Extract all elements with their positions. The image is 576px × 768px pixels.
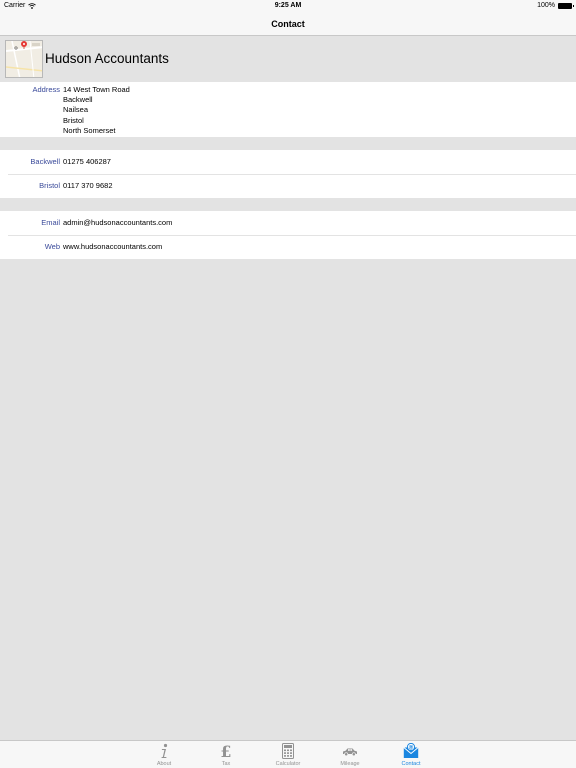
tab-calculator[interactable]: Calculator xyxy=(258,741,318,768)
tab-label: Mileage xyxy=(340,761,360,767)
page-title: Contact xyxy=(271,19,305,29)
address-section[interactable]: Address 14 West Town Road Backwell Nails… xyxy=(0,82,576,137)
map-pin-icon xyxy=(6,41,42,77)
tab-label: About xyxy=(156,761,172,767)
online-section: Email admin@hudsonaccountants.com Web ww… xyxy=(0,211,576,259)
car-icon xyxy=(343,748,357,757)
battery-percent: 100% xyxy=(537,2,555,9)
phones-section: Backwell 01275 406287 Bristol 0117 370 9… xyxy=(0,150,576,198)
tab-mileage[interactable]: Mileage xyxy=(320,741,380,768)
tab-tax[interactable]: £ Tax xyxy=(196,741,256,768)
phone-label: Bristol xyxy=(39,181,60,190)
address-line: Backwell xyxy=(63,95,93,105)
web-label: Web xyxy=(44,242,60,251)
battery-icon xyxy=(558,3,574,9)
contact-screen: Carrier 9:25 AM 100% Contact Hudson Acco… xyxy=(0,0,576,768)
phone-label: Backwell xyxy=(30,157,60,166)
web-address: www.hudsonaccountants.com xyxy=(63,242,163,251)
envelope-icon: @ xyxy=(403,743,419,758)
company-header: Hudson Accountants xyxy=(0,37,576,82)
map-thumbnail[interactable] xyxy=(5,40,43,78)
status-bar: Carrier 9:25 AM 100% xyxy=(0,0,576,12)
tab-about[interactable]: About xyxy=(134,741,194,768)
phone-number: 0117 370 9682 xyxy=(63,181,113,190)
address-label: Address xyxy=(32,85,60,94)
tab-label: Contact xyxy=(401,761,421,767)
address-line: North Somerset xyxy=(63,125,116,135)
phone-row-bristol[interactable]: Bristol 0117 370 9682 xyxy=(0,174,576,198)
tab-label: Calculator xyxy=(275,761,301,767)
address-line: 14 West Town Road xyxy=(63,85,130,94)
address-line: Nailsea xyxy=(63,105,89,115)
tab-contact[interactable]: @ Contact xyxy=(381,741,441,768)
calculator-icon xyxy=(282,743,294,759)
svg-text:£: £ xyxy=(220,743,231,759)
phone-row-backwell[interactable]: Backwell 01275 406287 xyxy=(0,150,576,174)
email-address: admin@hudsonaccountants.com xyxy=(63,218,173,227)
tab-bar: About £ Tax Calculator Mileage @ Contact xyxy=(0,740,576,768)
clock: 9:25 AM xyxy=(274,2,302,9)
info-icon xyxy=(161,743,168,758)
address-line: Bristol xyxy=(63,115,84,125)
web-row[interactable]: Web www.hudsonaccountants.com xyxy=(0,235,576,259)
battery-indicator: 100% xyxy=(537,0,574,12)
email-row[interactable]: Email admin@hudsonaccountants.com xyxy=(0,211,576,235)
phone-number: 01275 406287 xyxy=(63,157,111,166)
navigation-bar: Contact xyxy=(0,12,576,36)
pound-icon: £ xyxy=(220,743,231,759)
address-value: 14 West Town Road Backwell Nailsea Brist… xyxy=(63,85,130,136)
company-name: Hudson Accountants xyxy=(45,51,169,66)
email-label: Email xyxy=(41,218,60,227)
svg-text:@: @ xyxy=(409,745,414,751)
tab-label: Tax xyxy=(221,761,231,767)
